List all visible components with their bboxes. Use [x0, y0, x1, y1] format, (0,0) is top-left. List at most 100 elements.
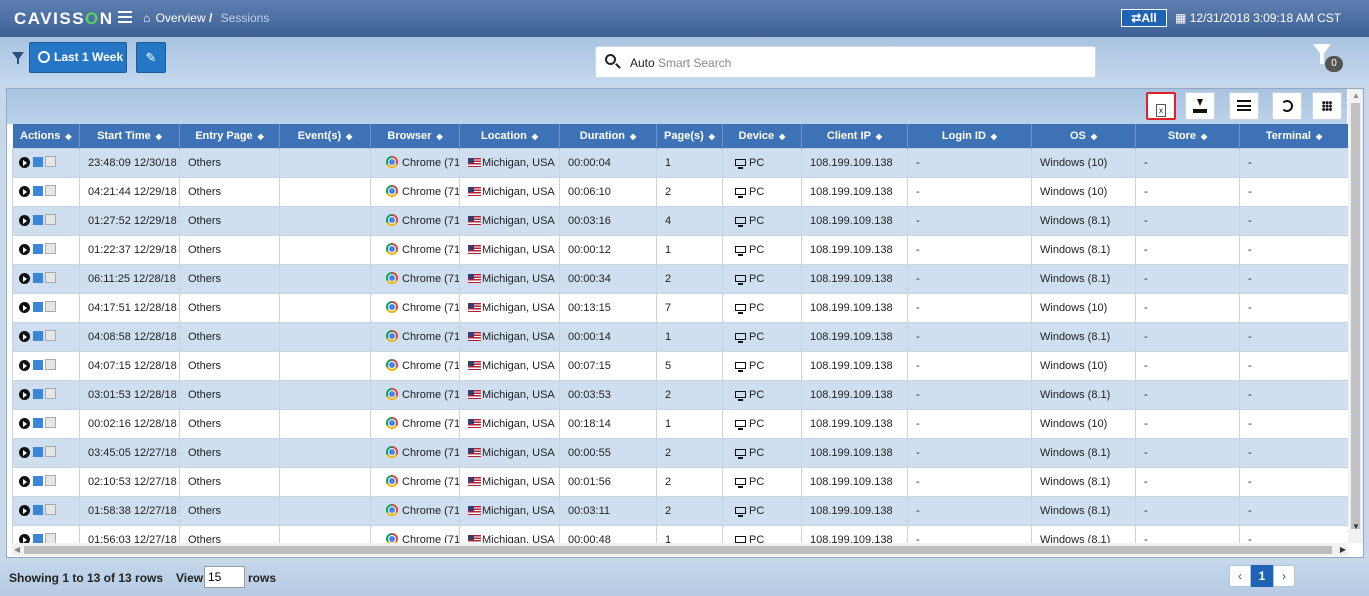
doc-icon[interactable] — [33, 534, 43, 543]
next-page-button[interactable]: › — [1273, 565, 1295, 587]
checkbox-icon[interactable] — [45, 446, 56, 457]
sort-icon[interactable]: ◆ — [346, 132, 352, 141]
column-header-actions[interactable]: Actions ◆ — [12, 124, 80, 148]
table-row[interactable]: 02:10:53 12/27/18Others Chrome (71.0Michi… — [12, 466, 1348, 497]
table-row[interactable]: 03:45:05 12/27/18Others Chrome (71.0Michi… — [12, 437, 1348, 468]
doc-icon[interactable] — [33, 331, 43, 341]
sort-icon[interactable]: ◆ — [532, 132, 538, 141]
checkbox-icon[interactable] — [45, 330, 56, 341]
edit-button[interactable]: ✎ — [136, 42, 166, 73]
scroll-thumb-vertical[interactable] — [1351, 103, 1360, 529]
last-week-button[interactable]: Last 1 Week — [29, 42, 127, 73]
funnel-icon[interactable] — [1313, 44, 1331, 64]
scroll-left-icon[interactable]: ◀ — [14, 545, 20, 554]
menu-icon[interactable] — [118, 11, 132, 23]
doc-icon[interactable] — [33, 186, 43, 196]
table-row[interactable]: 00:02:16 12/28/18Others Chrome (71.0Michi… — [12, 408, 1348, 439]
export-excel-button[interactable]: x — [1146, 92, 1176, 120]
doc-icon[interactable] — [33, 476, 43, 486]
column-header-store[interactable]: Store ◆ — [1135, 124, 1240, 148]
sort-icon[interactable]: ◆ — [1091, 132, 1097, 141]
home-icon[interactable]: ⌂ — [143, 11, 150, 25]
doc-icon[interactable] — [33, 302, 43, 312]
table-row[interactable]: 06:11:25 12/28/18Others Chrome (71.0Michi… — [12, 263, 1348, 294]
column-header-os[interactable]: OS ◆ — [1031, 124, 1136, 148]
refresh-button[interactable] — [1272, 92, 1302, 120]
checkbox-icon[interactable] — [45, 214, 56, 225]
checkbox-icon[interactable] — [45, 388, 56, 399]
column-header-entry-page[interactable]: Entry Page ◆ — [179, 124, 280, 148]
download-button[interactable] — [1185, 92, 1215, 120]
doc-icon[interactable] — [33, 273, 43, 283]
horizontal-scrollbar[interactable]: ◀ ▶ — [12, 543, 1348, 556]
play-icon[interactable] — [19, 534, 30, 543]
doc-icon[interactable] — [33, 418, 43, 428]
table-row[interactable]: 03:01:53 12/28/18Others Chrome (71.0Michi… — [12, 379, 1348, 410]
sort-icon[interactable]: ◆ — [876, 132, 882, 141]
play-icon[interactable] — [19, 476, 30, 487]
doc-icon[interactable] — [33, 447, 43, 457]
column-header-duration[interactable]: Duration ◆ — [559, 124, 657, 148]
table-row[interactable]: 01:27:52 12/29/18Others Chrome (71.0Michi… — [12, 205, 1348, 236]
play-icon[interactable] — [19, 215, 30, 226]
column-header-start-time[interactable]: Start Time ◆ — [79, 124, 180, 148]
column-header-terminal[interactable]: Terminal ◆ — [1239, 124, 1348, 148]
play-icon[interactable] — [19, 389, 30, 400]
filter-icon[interactable] — [12, 52, 24, 64]
column-header-event-s[interactable]: Event(s) ◆ — [279, 124, 371, 148]
page-size-input[interactable] — [204, 566, 245, 588]
checkbox-icon[interactable] — [45, 475, 56, 486]
scroll-right-icon[interactable]: ▶ — [1340, 545, 1346, 554]
checkbox-icon[interactable] — [45, 417, 56, 428]
sort-icon[interactable]: ◆ — [258, 132, 264, 141]
columns-button[interactable] — [1229, 92, 1259, 120]
checkbox-icon[interactable] — [45, 359, 56, 370]
checkbox-icon[interactable] — [45, 243, 56, 254]
prev-page-button[interactable]: ‹ — [1229, 565, 1251, 587]
sort-icon[interactable]: ◆ — [709, 132, 715, 141]
table-row[interactable]: 01:56:03 12/27/18Others Chrome (71.0Michi… — [12, 524, 1348, 543]
column-header-device[interactable]: Device ◆ — [722, 124, 802, 148]
column-header-client-ip[interactable]: Client IP ◆ — [801, 124, 908, 148]
sort-icon[interactable]: ◆ — [65, 132, 71, 141]
play-icon[interactable] — [19, 186, 30, 197]
doc-icon[interactable] — [33, 505, 43, 515]
sort-icon[interactable]: ◆ — [1316, 132, 1322, 141]
column-header-page-s[interactable]: Page(s) ◆ — [656, 124, 723, 148]
table-row[interactable]: 04:21:44 12/29/18Others Chrome (71.0Michi… — [12, 176, 1348, 207]
play-icon[interactable] — [19, 418, 30, 429]
sort-icon[interactable]: ◆ — [991, 132, 997, 141]
sort-icon[interactable]: ◆ — [156, 132, 162, 141]
sort-icon[interactable]: ◆ — [779, 132, 785, 141]
scroll-down-icon[interactable]: ▼ — [1352, 522, 1360, 531]
checkbox-icon[interactable] — [45, 504, 56, 515]
table-row[interactable]: 23:48:09 12/30/18Others Chrome (71.0Michi… — [12, 147, 1348, 178]
column-header-browser[interactable]: Browser ◆ — [370, 124, 460, 148]
checkbox-icon[interactable] — [45, 185, 56, 196]
table-row[interactable]: 04:17:51 12/28/18Others Chrome (71.0Michi… — [12, 292, 1348, 323]
play-icon[interactable] — [19, 360, 30, 371]
scroll-thumb[interactable] — [24, 546, 1332, 554]
checkbox-icon[interactable] — [45, 301, 56, 312]
play-icon[interactable] — [19, 302, 30, 313]
search-input[interactable] — [658, 54, 1078, 72]
play-icon[interactable] — [19, 505, 30, 516]
table-row[interactable]: 01:58:38 12/27/18Others Chrome (71.0Michi… — [12, 495, 1348, 526]
column-header-login-id[interactable]: Login ID ◆ — [907, 124, 1032, 148]
doc-icon[interactable] — [33, 215, 43, 225]
sort-icon[interactable]: ◆ — [630, 132, 636, 141]
play-icon[interactable] — [19, 157, 30, 168]
play-icon[interactable] — [19, 331, 30, 342]
page-1-button[interactable]: 1 — [1251, 565, 1273, 587]
column-header-location[interactable]: Location ◆ — [459, 124, 560, 148]
all-button[interactable]: ⇄All — [1121, 9, 1167, 27]
play-icon[interactable] — [19, 273, 30, 284]
play-icon[interactable] — [19, 447, 30, 458]
checkbox-icon[interactable] — [45, 272, 56, 283]
checkbox-icon[interactable] — [45, 533, 56, 543]
grid-view-button[interactable] — [1312, 92, 1342, 120]
sort-icon[interactable]: ◆ — [1201, 132, 1207, 141]
table-row[interactable]: 04:08:58 12/28/18Others Chrome (71.0Michi… — [12, 321, 1348, 352]
table-row[interactable]: 01:22:37 12/29/18Others Chrome (71.0Michi… — [12, 234, 1348, 265]
vertical-scrollbar[interactable]: ▲ ▼ — [1348, 89, 1363, 543]
